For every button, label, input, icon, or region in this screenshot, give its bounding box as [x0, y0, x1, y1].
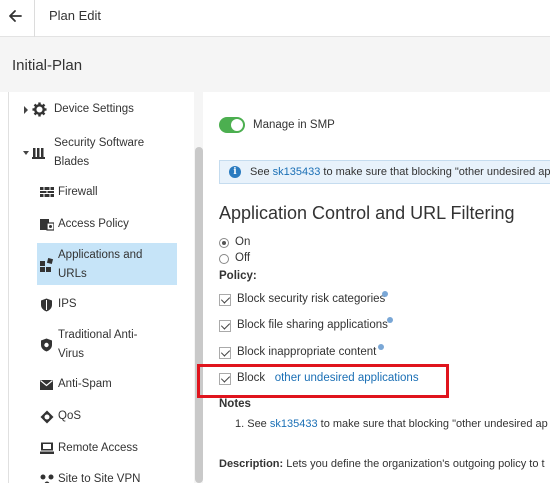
- description-text: Lets you define the organization's outgo…: [283, 458, 545, 470]
- envelope-icon: [40, 379, 54, 393]
- sidebar-item-security-software-blades[interactable]: Security Software Blades: [22, 134, 144, 172]
- checkbox-label-file-sharing: Block file sharing applications: [237, 319, 388, 331]
- checkbox-label-inappropriate: Block inappropriate content: [237, 346, 377, 358]
- radio-on-label: On: [235, 236, 251, 248]
- checkbox-block-inappropriate[interactable]: [219, 347, 231, 359]
- note-link[interactable]: sk135433: [270, 418, 318, 430]
- firewall-icon: [40, 186, 54, 200]
- sidebar-item-label-line2: URLs: [58, 268, 87, 280]
- gear-icon: [32, 102, 47, 117]
- section-title: Application Control and URL Filtering: [219, 203, 515, 223]
- topbar-divider: [34, 0, 35, 37]
- note-suffix: to make sure that blocking "other undesi…: [317, 418, 548, 430]
- notes-title: Notes: [219, 398, 251, 410]
- sidebar-item-qos[interactable]: QoS: [40, 407, 81, 426]
- info-icon: i: [229, 166, 241, 178]
- blades-icon: [32, 146, 46, 160]
- sidebar-item-label: Firewall: [58, 186, 98, 198]
- sidebar-item-remote-access[interactable]: Remote Access: [40, 439, 138, 458]
- sidebar-item-label-line2: Blades: [54, 156, 90, 168]
- sidebar-item-label: Traditional Anti-: [58, 329, 138, 341]
- note-item: 1. See sk135433 to make sure that blocki…: [235, 418, 548, 430]
- back-arrow-icon[interactable]: [6, 5, 26, 27]
- info-banner-prefix: See: [250, 166, 273, 178]
- policy-label: Policy:: [219, 270, 257, 282]
- vpn-icon: [40, 473, 54, 483]
- sidebar-item-label: Anti-Spam: [58, 378, 112, 390]
- applications-icon: [40, 257, 54, 272]
- description: Description: Lets you define the organiz…: [219, 458, 545, 470]
- antivirus-shield-icon: [40, 338, 54, 352]
- sidebar-item-label: Site to Site VPN: [58, 473, 141, 483]
- sidebar-item-access-policy[interactable]: Access Policy: [40, 215, 129, 234]
- radio-off-label: Off: [235, 252, 251, 264]
- info-banner-link[interactable]: sk135433: [273, 166, 321, 178]
- help-icon[interactable]: [382, 291, 388, 297]
- sidebar-item-traditional-anti-virus[interactable]: Traditional Anti- Virus: [40, 326, 137, 364]
- sidebar-item-label: Applications and: [58, 249, 143, 261]
- remote-access-icon: [40, 442, 54, 456]
- manage-in-smp-label: Manage in SMP: [253, 119, 335, 131]
- help-icon[interactable]: [387, 317, 393, 323]
- top-bar: Plan Edit: [0, 0, 550, 37]
- radio-on[interactable]: [219, 238, 229, 248]
- sidebar-item-site-to-site-vpn[interactable]: Site to Site VPN: [40, 470, 140, 483]
- manage-in-smp-toggle[interactable]: [219, 117, 245, 133]
- info-banner-suffix: to make sure that blocking "other undesi…: [320, 166, 550, 178]
- sidebar-item-label-line2: Virus: [58, 348, 84, 360]
- checkbox-label-security-risk: Block security risk categories: [237, 293, 386, 305]
- help-icon[interactable]: [378, 344, 384, 350]
- chevron-down-icon: [23, 151, 29, 155]
- chevron-right-icon: [24, 106, 28, 114]
- plan-header: Initial-Plan: [0, 37, 550, 92]
- sidebar-item-label: QoS: [58, 410, 82, 422]
- sidebar-item-device-settings[interactable]: Device Settings: [22, 100, 134, 119]
- red-highlight-box: [197, 364, 449, 398]
- note-prefix: 1. See: [235, 418, 270, 430]
- description-label: Description:: [219, 458, 284, 470]
- shield-icon: [40, 298, 54, 312]
- qos-icon: [40, 410, 54, 424]
- sidebar-item-label: Security Software: [54, 137, 145, 149]
- sidebar-scrollbar-thumb[interactable]: [195, 147, 203, 483]
- sidebar-item-anti-spam[interactable]: Anti-Spam: [40, 375, 112, 394]
- radio-off[interactable]: [219, 254, 229, 264]
- checkbox-block-security-risk[interactable]: [219, 294, 231, 306]
- sidebar-item-label: IPS: [58, 298, 77, 310]
- info-banner: i See sk135433 to make sure that blockin…: [219, 160, 550, 184]
- access-policy-icon: [40, 218, 55, 232]
- sidebar-item-label: Access Policy: [58, 218, 129, 230]
- sidebar-item-label: Remote Access: [58, 442, 138, 454]
- info-banner-text: See sk135433 to make sure that blocking …: [250, 166, 550, 178]
- sidebar-item-applications-and-urls[interactable]: Applications and URLs: [40, 246, 142, 284]
- plan-name: Initial-Plan: [12, 57, 83, 74]
- checkbox-block-file-sharing[interactable]: [219, 320, 231, 332]
- page-title: Plan Edit: [49, 8, 102, 23]
- sidebar-item-firewall[interactable]: Firewall: [40, 183, 98, 202]
- sidebar-item-label: Device Settings: [54, 103, 134, 115]
- sidebar-item-ips[interactable]: IPS: [40, 295, 77, 314]
